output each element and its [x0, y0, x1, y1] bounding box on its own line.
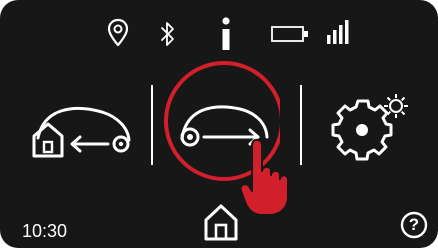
home-icon: [204, 204, 238, 241]
help-label: ?: [408, 215, 420, 234]
separator-left: [151, 85, 153, 165]
clock-time: 10:30: [22, 221, 68, 241]
settings-button[interactable]: [330, 88, 414, 168]
separator-right: [300, 85, 302, 165]
return-to-base-icon: [32, 106, 131, 158]
home-button[interactable]: [203, 203, 239, 241]
bluetooth-icon[interactable]: [159, 20, 177, 48]
return-to-base-button[interactable]: [28, 98, 138, 160]
info-icon[interactable]: [218, 16, 234, 52]
settings-icon: [331, 94, 408, 161]
help-button[interactable]: ?: [400, 211, 428, 239]
tap-hand-icon: [238, 135, 294, 222]
signal-strength-icon: [326, 18, 354, 46]
battery-icon: [271, 24, 311, 44]
device-screen: 10:30 ?: [0, 0, 438, 248]
location-pin-icon[interactable]: [107, 18, 129, 48]
